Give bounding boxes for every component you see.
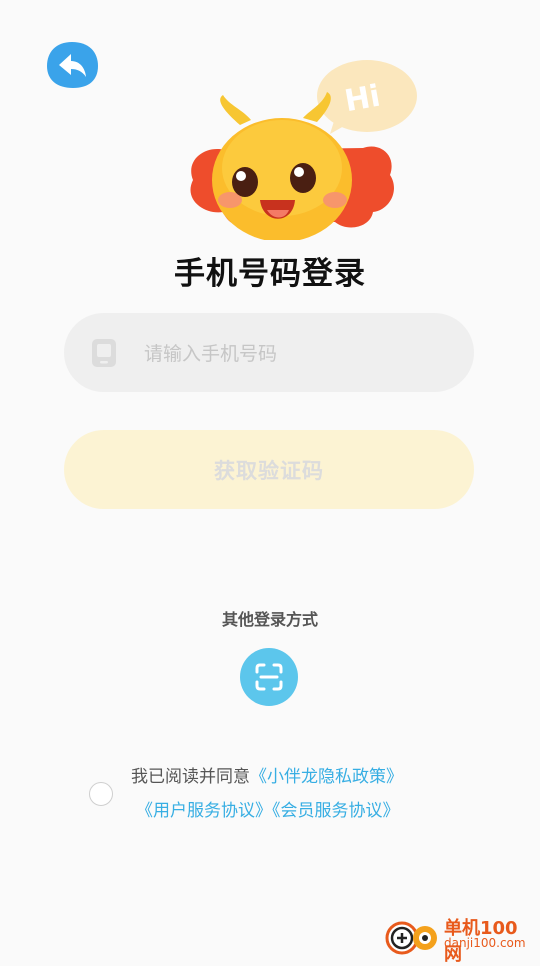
watermark-url: danji100.com	[444, 936, 526, 950]
mascot-illustration: Hi	[185, 50, 425, 242]
privacy-policy-link[interactable]: 《小伴龙隐私政策》	[250, 767, 403, 787]
back-button[interactable]	[45, 40, 99, 90]
agreement-prefix: 我已阅读并同意	[131, 767, 250, 787]
get-code-button[interactable]: 获取验证码	[64, 430, 474, 509]
user-agreement-link[interactable]: 《用户服务协议》	[136, 801, 272, 821]
watermark-logo-icon	[385, 921, 437, 955]
page-title: 手机号码登录	[174, 256, 366, 292]
scan-login-button[interactable]	[240, 648, 298, 706]
agreement-line-1: 我已阅读并同意《小伴龙隐私政策》	[131, 762, 403, 787]
watermark: 单机100网 danji100.com	[382, 912, 532, 965]
agree-checkbox[interactable]	[89, 782, 113, 806]
member-agreement-link[interactable]: 《会员服务协议》	[272, 801, 400, 821]
phone-field[interactable]	[64, 313, 474, 394]
other-login-label: 其他登录方式	[221, 610, 318, 629]
phone-input[interactable]	[142, 313, 456, 394]
svg-text:Hi: Hi	[342, 79, 383, 120]
scan-icon	[255, 663, 283, 691]
back-arrow-icon	[47, 42, 98, 88]
phone-icon	[92, 339, 116, 367]
agreement-line-2: 《用户服务协议》《会员服务协议》	[136, 796, 400, 821]
